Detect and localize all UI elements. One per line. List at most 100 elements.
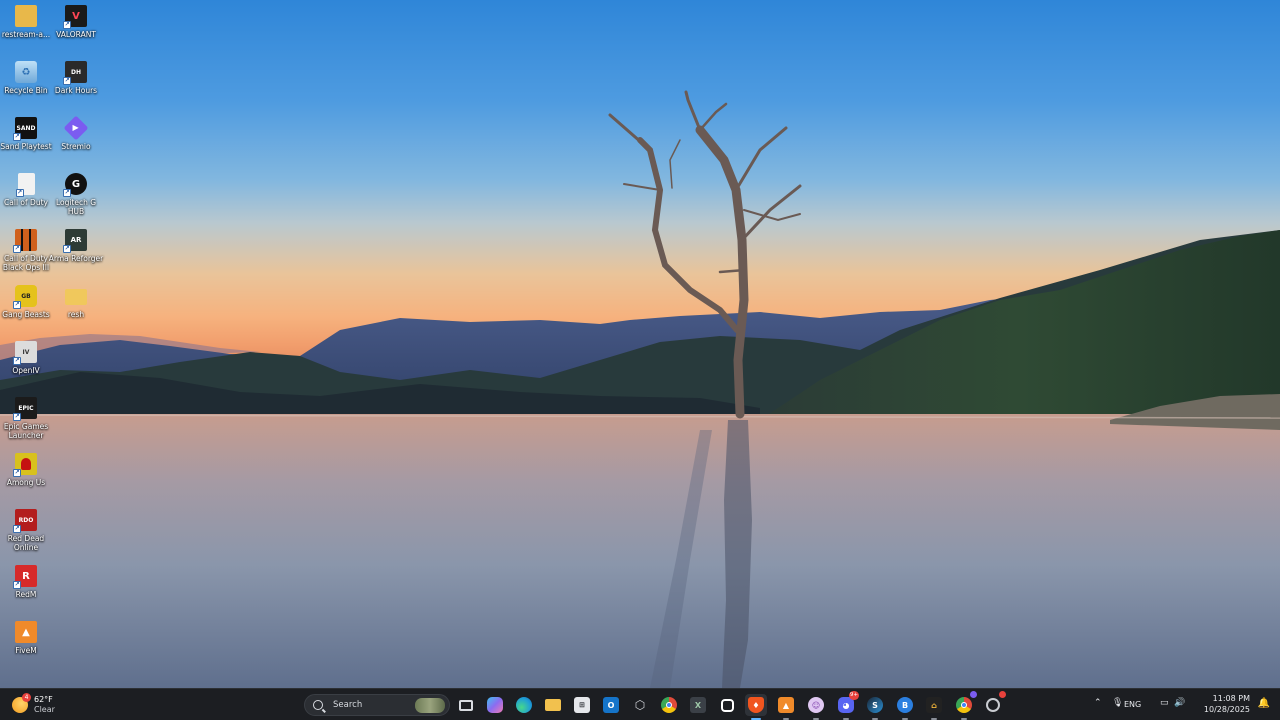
dark-hours-icon: DH ↗ [63, 61, 87, 85]
openiv-icon: IV ↗ [13, 341, 37, 365]
gang-beasts-icon: GB ↗ [13, 285, 37, 309]
discord-notification-badge: 9+ [848, 691, 859, 700]
store-button[interactable]: ⊞ [571, 694, 593, 716]
desktop-icon-label: resh [67, 310, 85, 319]
capcut-button[interactable] [716, 694, 738, 716]
network-icon[interactable]: ▭ [1160, 698, 1169, 708]
taskbar: 4 62°F Clear Search ⊞ O ⬡ X ♦ ▲ ☺ ◕ 9+ S… [0, 688, 1280, 720]
notification-bell-icon[interactable]: 🔔 [1258, 698, 1270, 709]
desktop-icon-black-ops-iii[interactable]: ↗ Call of Duty Black Ops III [0, 229, 52, 283]
desktop-icon-label: RedM [15, 590, 37, 599]
steam-button[interactable]: S [864, 694, 886, 720]
desktop-icon-label: Arma Reforger [48, 254, 104, 263]
volume-icon[interactable]: 🔊 [1174, 698, 1185, 708]
desktop-icon-label: Epic Games Launcher [3, 422, 49, 440]
copilot-icon [487, 697, 503, 713]
language-indicator[interactable]: ENG [1124, 700, 1141, 709]
desktop-icon-among-us[interactable]: ↗ Among Us [0, 453, 52, 507]
file-explorer-button[interactable] [542, 694, 564, 716]
brave-button[interactable]: ♦ [745, 694, 767, 720]
desktop-icon-label: VALORANT [56, 30, 96, 39]
desktop-icon-fivem[interactable]: ▲ FiveM [0, 621, 52, 675]
red-dead-icon: RDO ↗ [13, 509, 37, 533]
desktop-icon-resh[interactable]: resh [50, 285, 102, 339]
taskbar-search-box[interactable]: Search [304, 694, 450, 716]
desktop-icon-logitech-g-hub[interactable]: G ↗ Logitech G HUB [50, 173, 102, 227]
excel-button[interactable]: X [687, 694, 709, 716]
weather-widget[interactable]: 4 62°F Clear [12, 693, 72, 717]
chrome-icon [661, 697, 677, 713]
steam-icon: S [867, 697, 883, 713]
desktop-icon-epic-games[interactable]: EPIC ↗ Epic Games Launcher [0, 397, 52, 451]
desktop-icon-restream[interactable]: restream-a... [0, 5, 52, 59]
black-ops-icon: ↗ [13, 229, 37, 253]
desktop-icon-openiv[interactable]: IV ↗ OpenIV [0, 341, 52, 395]
unity-button[interactable]: ⬡ [629, 694, 651, 716]
weather-condition: Clear [34, 705, 55, 714]
start-button[interactable] [276, 694, 298, 716]
search-placeholder: Search [333, 700, 363, 710]
desktop-icon-dark-hours[interactable]: DH ↗ Dark Hours [50, 61, 102, 115]
fivem-icon: ▲ [778, 697, 794, 713]
fivem-icon: ▲ [15, 621, 37, 643]
task-view-button[interactable] [455, 694, 477, 716]
clock-date[interactable]: 10/28/2025 [1190, 705, 1250, 714]
outlook-button[interactable]: O [600, 694, 622, 716]
file-icon: ↗ [15, 173, 35, 197]
game-app-button[interactable]: ⌂ [923, 694, 945, 720]
desktop-icon-label: FiveM [15, 646, 37, 655]
discord-button[interactable]: ◕ 9+ [835, 691, 859, 720]
folder-icon [15, 5, 37, 27]
task-view-icon [459, 699, 473, 711]
valorant-icon: V ↗ [63, 5, 87, 29]
search-highlight-image [415, 698, 445, 713]
desktop-icon-arma-reforger[interactable]: AR ↗ Arma Reforger [48, 229, 104, 283]
chrome-icon [956, 697, 972, 713]
game-icon: ⌂ [926, 697, 942, 713]
chevron-up-icon[interactable]: ⌃ [1094, 698, 1102, 708]
desktop-icon-gang-beasts[interactable]: GB ↗ Gang Beasts [0, 285, 52, 339]
fivem-taskbar-button[interactable]: ▲ [775, 694, 797, 720]
logitech-icon: G ↗ [63, 173, 87, 197]
desktop-icon-red-dead-online[interactable]: RDO ↗ Red Dead Online [0, 509, 52, 563]
desktop-icon-label: OpenIV [12, 366, 40, 375]
weather-temperature: 62°F [34, 695, 53, 704]
unity-icon: ⬡ [634, 698, 646, 712]
search-icon [313, 700, 323, 710]
desktop-icon-label: Recycle Bin [4, 86, 48, 95]
outlook-icon: O [603, 697, 619, 713]
battlenet-button[interactable]: B [894, 694, 916, 720]
profile-badge-icon [970, 691, 977, 698]
arma-icon: AR ↗ [63, 229, 87, 253]
chrome-button[interactable] [658, 694, 680, 716]
clock-time[interactable]: 11:08 PM [1190, 694, 1250, 703]
copilot-button[interactable] [484, 694, 506, 716]
desktop-icon-label: Logitech G HUB [55, 198, 97, 216]
weather-sun-icon: 4 [12, 693, 31, 713]
folder-icon [545, 699, 561, 711]
app-last-button[interactable] [982, 691, 1006, 716]
app-purple-button[interactable]: ☺ [805, 694, 827, 720]
capcut-icon [720, 698, 734, 712]
system-tray: ⌃ 🎙 ENG ▭ 🔊 11:08 PM 10/28/2025 🔔 [1090, 689, 1280, 720]
desktop-icon-recycle-bin[interactable]: ♻ Recycle Bin [0, 61, 52, 115]
brave-icon: ♦ [748, 697, 764, 713]
desktop-icon-label: Among Us [6, 478, 46, 487]
desktop-icon-sand-playtest[interactable]: SAND ↗ Sand Playtest [0, 117, 52, 171]
desktop-icon-stremio[interactable]: ▶ Stremio [50, 115, 102, 171]
edge-button[interactable] [513, 694, 535, 716]
desktop-icon-valorant[interactable]: V ↗ VALORANT [50, 5, 102, 59]
microphone-icon[interactable]: 🎙 [1112, 698, 1123, 708]
app-icon [986, 698, 1000, 712]
edge-icon [516, 697, 532, 713]
chrome-profile-button[interactable] [953, 691, 977, 720]
desktop-icon-label: Red Dead Online [7, 534, 45, 552]
desktop-icon-label: Call of Duty Black Ops III [2, 254, 50, 272]
desktop-icon-label: Stremio [61, 142, 91, 151]
desktop-icon-label: Sand Playtest [0, 142, 52, 151]
desktop-icon-redm[interactable]: R ↗ RedM [0, 565, 52, 619]
epic-games-icon: EPIC ↗ [13, 397, 37, 421]
folder-icon [65, 289, 87, 305]
sand-icon: SAND ↗ [13, 117, 37, 141]
desktop-icon-call-of-duty[interactable]: ↗ Call of Duty [0, 173, 52, 227]
